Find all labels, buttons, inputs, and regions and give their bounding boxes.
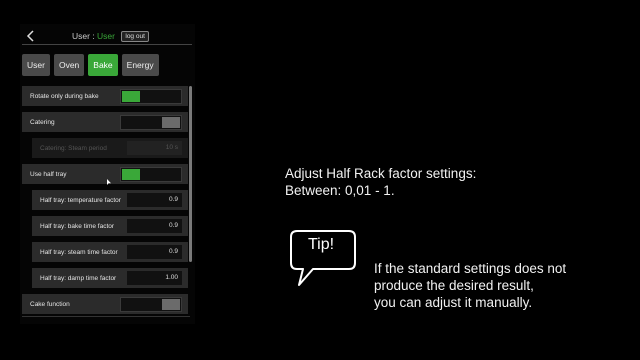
tip-line-3: you can adjust it manually. — [374, 295, 533, 310]
header-divider — [22, 44, 192, 45]
instruction-line-2: Between: 0,01 - 1. — [285, 183, 395, 198]
setting-row-temp-factor: Half tray: temperature factor 0.9 — [32, 190, 188, 210]
setting-row-half-tray: Use half tray — [22, 164, 188, 184]
toggle-knob — [162, 117, 180, 128]
toggle-knob — [162, 299, 180, 310]
setting-label: Cake function — [30, 300, 70, 308]
setting-label: Half tray: damp time factor — [40, 274, 117, 282]
setting-row-cake: Cake function — [22, 294, 188, 314]
logout-button[interactable]: log out — [121, 31, 149, 42]
setting-label: Catering — [30, 118, 55, 126]
tab-bar: User Oven Bake Energy — [22, 54, 159, 76]
settings-scrollbar[interactable] — [189, 86, 192, 262]
chevron-left-icon — [26, 30, 34, 42]
settings-panel: User : User log out User Oven Bake Energ… — [20, 24, 195, 324]
half-tray-toggle[interactable] — [120, 167, 182, 182]
settings-list: Rotate only during bake Catering Caterin… — [22, 86, 188, 320]
user-label: User : — [72, 31, 95, 41]
tab-energy[interactable]: Energy — [121, 54, 159, 76]
setting-label: Catering: Steam period — [40, 144, 107, 152]
tip-text: If the standard settings does not produc… — [374, 260, 566, 311]
user-info: User : User log out — [72, 31, 149, 42]
setting-row-steam-factor: Half tray: steam time factor 0.9 — [32, 242, 188, 262]
user-name: User — [97, 31, 115, 41]
back-button[interactable] — [24, 29, 38, 43]
temp-factor-input[interactable]: 0.9 — [127, 193, 182, 207]
tab-oven[interactable]: Oven — [53, 54, 85, 76]
tab-bake[interactable]: Bake — [88, 54, 118, 76]
tip-line-1: If the standard settings does not — [374, 261, 567, 276]
setting-label: Use half tray — [30, 170, 67, 178]
toggle-knob — [122, 91, 140, 102]
setting-label: Half tray: bake time factor — [40, 222, 115, 230]
rotate-toggle[interactable] — [120, 89, 182, 104]
setting-label: Half tray: steam time factor — [40, 248, 118, 256]
setting-row-rotate: Rotate only during bake — [22, 86, 188, 106]
setting-label: Half tray: temperature factor — [40, 196, 121, 204]
steam-factor-input[interactable]: 0.9 — [127, 245, 182, 259]
setting-row-damp-factor: Half tray: damp time factor 1.00 — [32, 268, 188, 288]
steam-period-value: 10 s — [127, 141, 182, 155]
tip-line-2: produce the desired result, — [374, 278, 534, 293]
setting-row-catering: Catering — [22, 112, 188, 132]
setting-label: Rotate only during bake — [30, 92, 99, 100]
instruction-line-1: Adjust Half Rack factor settings: — [285, 166, 477, 181]
setting-row-steam-period: Catering: Steam period 10 s — [32, 138, 188, 158]
setting-row-bake-factor: Half tray: bake time factor 0.9 — [32, 216, 188, 236]
bake-factor-input[interactable]: 0.9 — [127, 219, 182, 233]
tip-label: Tip! — [308, 236, 335, 253]
toggle-knob — [122, 169, 140, 180]
panel-bottom-divider — [22, 316, 190, 317]
instruction-text: Adjust Half Rack factor settings: Betwee… — [285, 165, 476, 199]
catering-toggle[interactable] — [120, 115, 182, 130]
damp-factor-input[interactable]: 1.00 — [127, 271, 182, 285]
tab-user[interactable]: User — [22, 54, 50, 76]
cake-toggle[interactable] — [120, 297, 182, 312]
